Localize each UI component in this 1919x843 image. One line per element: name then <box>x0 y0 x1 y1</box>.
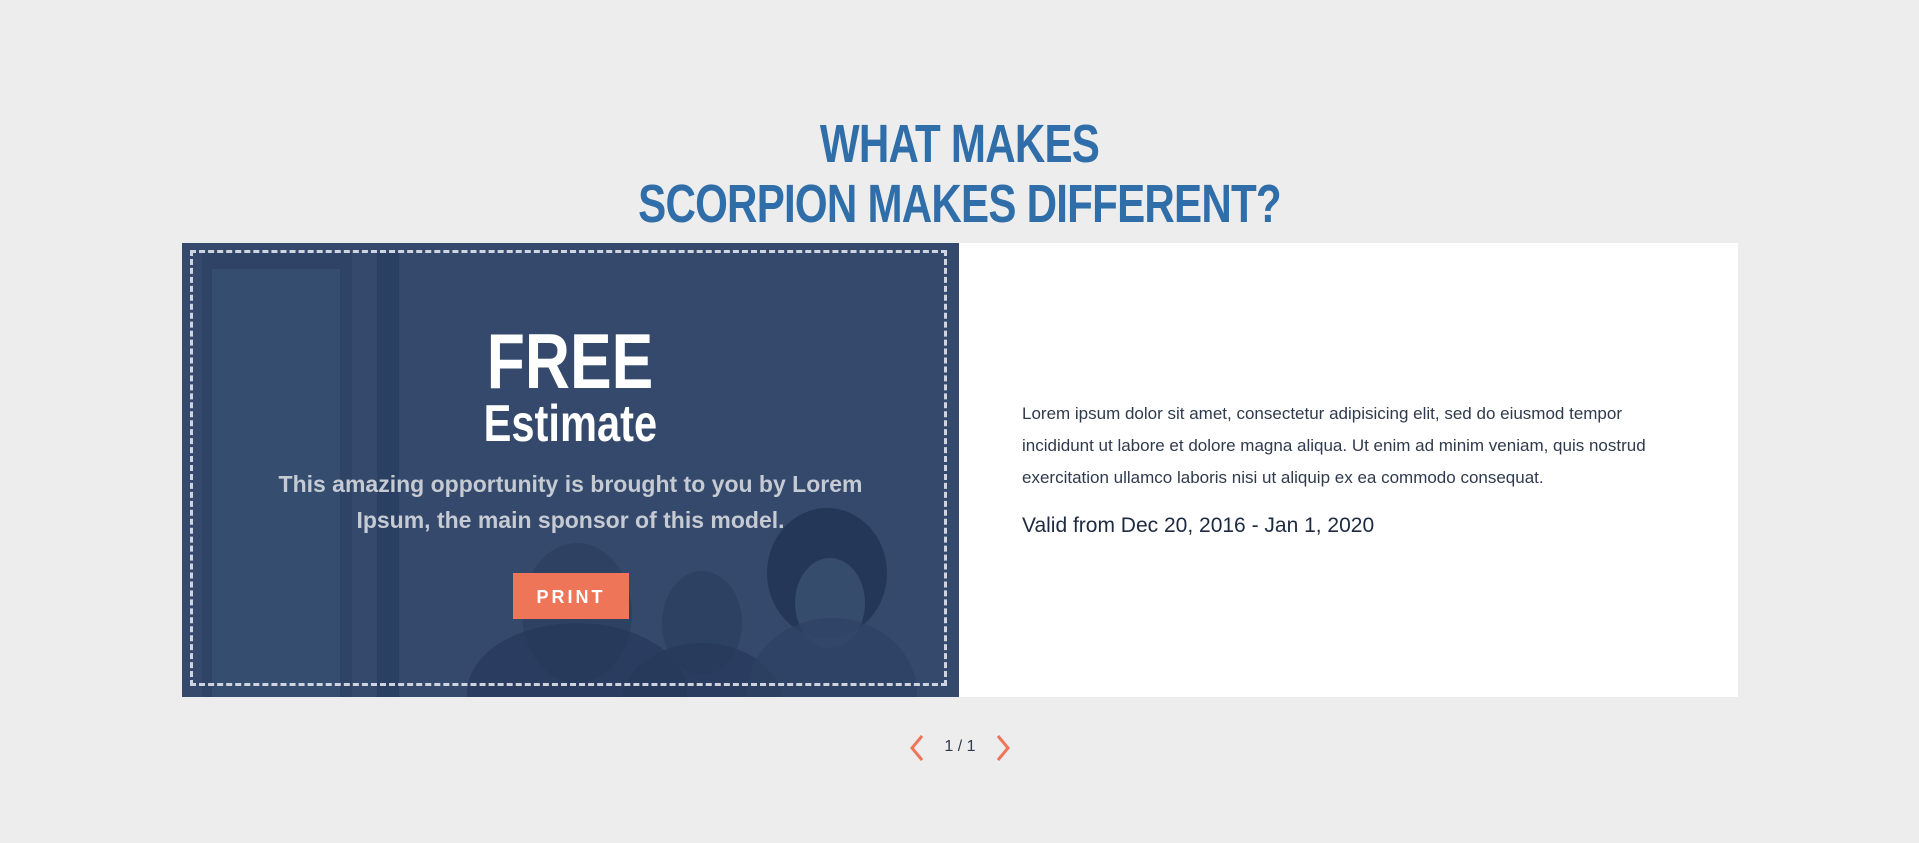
chevron-right-icon[interactable] <box>991 732 1015 764</box>
page-count: 1 / 1 <box>944 738 976 755</box>
carousel-pager: 1 / 1 <box>905 732 1015 764</box>
section-heading: WHAT MAKES SCORPION MAKES DIFFERENT? <box>0 114 1919 234</box>
promo-panel: FREE Estimate This amazing opportunity i… <box>182 243 959 697</box>
promo-subtitle: Estimate <box>483 395 658 453</box>
coupon-details: Lorem ipsum dolor sit amet, consectetur … <box>1022 398 1682 538</box>
print-button[interactable]: PRINT <box>513 573 629 619</box>
validity-dates: Valid from Dec 20, 2016 - Jan 1, 2020 <box>1022 514 1375 537</box>
promo-content: FREE Estimate This amazing opportunity i… <box>182 243 959 697</box>
heading-line-1: WHAT MAKES <box>819 114 1100 175</box>
promo-title: FREE <box>487 317 654 405</box>
chevron-left-icon[interactable] <box>905 732 929 764</box>
details-text: Lorem ipsum dolor sit amet, consectetur … <box>1022 404 1646 487</box>
coupon-card: FREE Estimate This amazing opportunity i… <box>182 243 1738 697</box>
promo-description: This amazing opportunity is brought to y… <box>278 471 863 533</box>
heading-line-2: SCORPION MAKES DIFFERENT? <box>638 174 1282 235</box>
